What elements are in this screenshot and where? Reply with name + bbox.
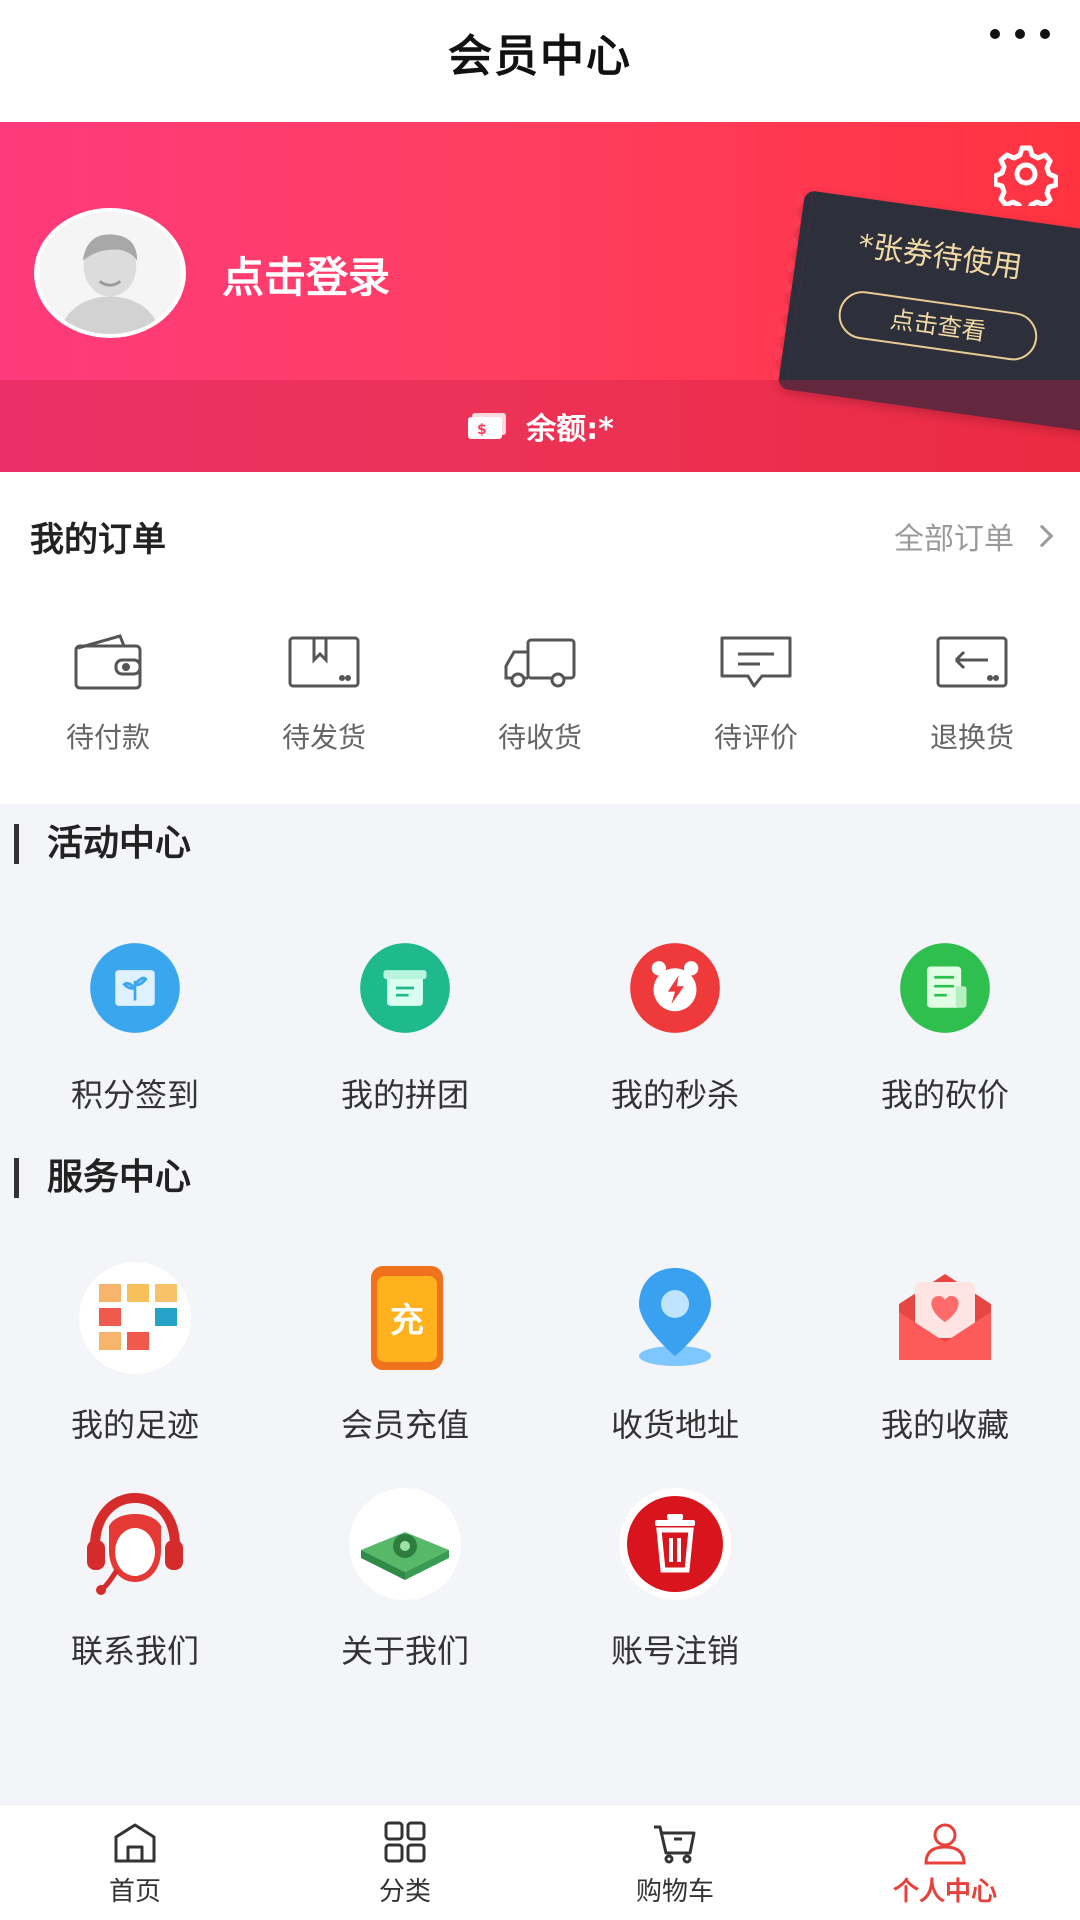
package-icon bbox=[288, 636, 360, 688]
service-label: 关于我们 bbox=[340, 1632, 469, 1670]
balance-label: 余额:* bbox=[526, 412, 614, 447]
profile-header: 点击登录 *张券待使用 点击查看 $ 余额:* bbox=[0, 122, 1080, 472]
trash-icon bbox=[619, 1488, 731, 1600]
footprint-grid-icon bbox=[79, 1262, 191, 1374]
service-recharge[interactable]: 充 会员充值 bbox=[270, 1260, 540, 1446]
more-dots-icon[interactable] bbox=[990, 14, 1050, 54]
order-item-label: 待付款 bbox=[65, 721, 150, 754]
money-icon: $ bbox=[468, 413, 507, 439]
recharge-badge-text: 充 bbox=[390, 1301, 424, 1341]
service-about[interactable]: 关于我们 bbox=[270, 1486, 540, 1672]
service-label: 收货地址 bbox=[610, 1406, 739, 1444]
login-link[interactable]: 点击登录 bbox=[222, 244, 390, 305]
coupon-count-text: *张券待使用 bbox=[855, 228, 1025, 286]
balance-bar[interactable]: $ 余额:* bbox=[0, 380, 1080, 472]
order-item-label: 待收货 bbox=[497, 721, 582, 754]
user-icon bbox=[924, 1823, 966, 1865]
tab-home[interactable]: 首页 bbox=[0, 1805, 270, 1920]
service-favorites[interactable]: 我的收藏 bbox=[810, 1260, 1080, 1446]
order-pending-review[interactable]: 待评价 bbox=[648, 632, 864, 756]
recharge-icon: 充 bbox=[371, 1266, 443, 1370]
home-icon bbox=[114, 1823, 156, 1863]
tab-label: 首页 bbox=[108, 1877, 161, 1907]
service-label: 我的足迹 bbox=[70, 1406, 199, 1444]
tab-label: 分类 bbox=[378, 1877, 431, 1907]
activity-checkin[interactable]: 积分签到 bbox=[0, 930, 270, 1116]
truck-icon bbox=[504, 638, 576, 688]
order-item-label: 待发货 bbox=[281, 721, 366, 754]
note-icon bbox=[900, 943, 990, 1033]
order-pending-shipment[interactable]: 待发货 bbox=[216, 632, 432, 756]
cart-icon bbox=[654, 1825, 696, 1864]
settings-gear-icon[interactable] bbox=[994, 142, 1058, 206]
service-label: 账号注销 bbox=[610, 1632, 739, 1670]
avatar[interactable] bbox=[34, 208, 186, 338]
order-pending-payment[interactable]: 待付款 bbox=[0, 632, 216, 756]
service-address[interactable]: 收货地址 bbox=[540, 1260, 810, 1446]
service-delete-account[interactable]: 账号注销 bbox=[540, 1486, 810, 1672]
bottom-tab-bar: 首页 分类 购物车 个人中心 bbox=[0, 1804, 1080, 1920]
orders-title: 我的订单 bbox=[30, 520, 166, 560]
service-center-title: 服务中心 bbox=[14, 1158, 191, 1198]
service-label: 我的收藏 bbox=[880, 1406, 1009, 1444]
all-orders-label: 全部订单 bbox=[894, 522, 1014, 557]
comment-icon bbox=[720, 636, 792, 688]
wallet-icon bbox=[74, 634, 142, 690]
tab-label: 个人中心 bbox=[892, 1877, 997, 1907]
headset-icon bbox=[87, 1492, 183, 1595]
checkin-book-icon bbox=[90, 943, 180, 1033]
coupon-view-button[interactable]: 点击查看 bbox=[835, 288, 1041, 364]
order-item-label: 待评价 bbox=[713, 721, 798, 754]
service-label: 联系我们 bbox=[70, 1632, 199, 1670]
activity-label: 我的拼团 bbox=[340, 1076, 469, 1114]
heart-envelope-icon bbox=[899, 1274, 991, 1360]
chevron-right-icon bbox=[1030, 524, 1054, 548]
book-gear-icon bbox=[349, 1488, 461, 1600]
category-icon bbox=[384, 1821, 426, 1863]
activity-label: 积分签到 bbox=[70, 1076, 199, 1114]
service-grid: 我的足迹 充 会员充值 收货地址 我的收藏 联系我们 关于我们 账号注销 bbox=[0, 1260, 1080, 1672]
order-return[interactable]: 退换货 bbox=[864, 632, 1080, 756]
page-title: 会员中心 bbox=[448, 31, 632, 82]
order-item-label: 退换货 bbox=[929, 721, 1014, 754]
activity-label: 我的砍价 bbox=[880, 1076, 1009, 1114]
activity-grid: 积分签到 我的拼团 我的秒杀 我的砍价 bbox=[0, 930, 1080, 1116]
service-label: 会员充值 bbox=[340, 1406, 469, 1444]
service-contact[interactable]: 联系我们 bbox=[0, 1486, 270, 1672]
activity-group-buy[interactable]: 我的拼团 bbox=[270, 930, 540, 1116]
group-box-icon bbox=[360, 943, 450, 1033]
service-footprint[interactable]: 我的足迹 bbox=[0, 1260, 270, 1446]
activity-bargain[interactable]: 我的砍价 bbox=[810, 930, 1080, 1116]
activity-label: 我的秒杀 bbox=[610, 1076, 739, 1114]
activity-center-title: 活动中心 bbox=[14, 824, 191, 864]
top-bar: 会员中心 bbox=[0, 0, 1080, 122]
alarm-clock-icon bbox=[630, 943, 720, 1033]
order-pending-receipt[interactable]: 待收货 bbox=[432, 632, 648, 756]
tab-category[interactable]: 分类 bbox=[270, 1805, 540, 1920]
location-pin-icon bbox=[639, 1268, 711, 1366]
orders-panel: 我的订单 全部订单 待付款 待发货 待收货 待评价 退换货 bbox=[0, 472, 1080, 804]
activity-flash-sale[interactable]: 我的秒杀 bbox=[540, 930, 810, 1116]
tab-label: 购物车 bbox=[635, 1877, 714, 1907]
tab-cart[interactable]: 购物车 bbox=[540, 1805, 810, 1920]
return-icon bbox=[936, 636, 1008, 688]
tab-profile[interactable]: 个人中心 bbox=[810, 1805, 1080, 1920]
svg-text:$: $ bbox=[477, 422, 487, 438]
all-orders-link[interactable]: 全部订单 bbox=[894, 514, 1054, 558]
